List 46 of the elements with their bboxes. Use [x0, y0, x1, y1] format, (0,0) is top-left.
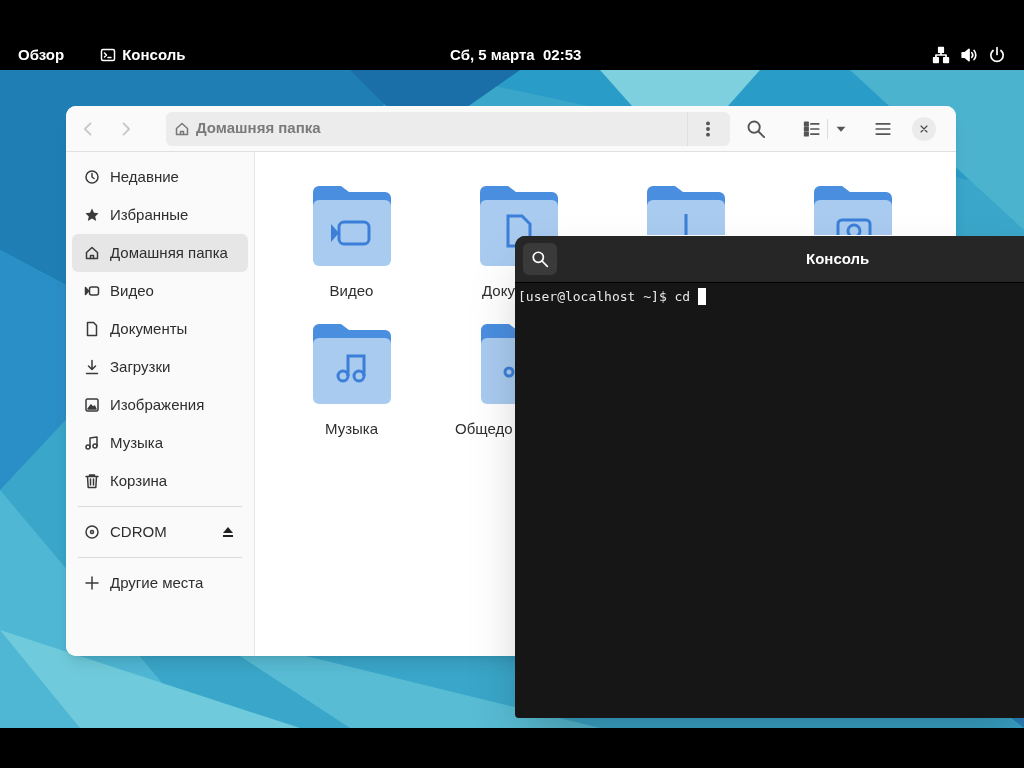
overview-button[interactable]: Обзор	[18, 43, 65, 67]
sidebar-item[interactable]: Недавние	[72, 158, 248, 196]
terminal-icon	[100, 47, 117, 63]
sidebar-item[interactable]: Другие места	[72, 564, 248, 602]
window-title: Консоль	[806, 248, 870, 269]
disc-icon	[84, 524, 100, 540]
sidebar-item[interactable]: Музыка	[72, 424, 248, 462]
clock-icon	[84, 169, 100, 185]
clock[interactable]: Сб, 5 марта 02:53	[450, 43, 582, 67]
download-folder-icon[interactable]	[646, 186, 725, 235]
power-icon[interactable]	[988, 46, 1006, 64]
folder-label[interactable]: Видео	[329, 280, 374, 303]
path-bar[interactable]: Домашняя папка	[166, 111, 730, 146]
network-icon[interactable]	[932, 46, 950, 64]
video-folder-icon[interactable]	[312, 186, 391, 266]
star-icon	[84, 207, 100, 223]
home-icon	[84, 245, 100, 261]
sidebar-item[interactable]: Документы	[72, 310, 248, 348]
document-icon	[84, 321, 100, 337]
search-icon	[531, 250, 549, 268]
folder-label[interactable]: Доку	[482, 280, 515, 303]
music-folder-icon[interactable]	[312, 324, 391, 404]
app-menu[interactable]: Консоль	[100, 43, 186, 67]
download-icon	[84, 359, 100, 375]
sidebar-item[interactable]: Загрузки	[72, 348, 248, 386]
camera-folder-icon[interactable]	[813, 186, 892, 235]
home-icon	[174, 120, 190, 137]
sidebar-item[interactable]: Домашняя папка	[72, 234, 248, 272]
image-icon	[84, 397, 100, 413]
folder-label[interactable]: Музыка	[324, 418, 379, 441]
folder-label[interactable]: Общедо	[455, 418, 513, 441]
trash-icon	[84, 473, 100, 489]
text-cursor	[698, 288, 707, 306]
terminal-prompt: [user@localhost ~]$ cd	[518, 288, 691, 306]
sidebar-item[interactable]: Изображения	[72, 386, 248, 424]
sidebar-item[interactable]: CDROM	[72, 513, 248, 551]
sidebar-item[interactable]: Корзина	[72, 462, 248, 500]
plus-icon	[84, 575, 100, 591]
sidebar-item[interactable]: Видео	[72, 272, 248, 310]
volume-icon[interactable]	[960, 46, 978, 64]
search-button[interactable]	[523, 243, 557, 275]
sidebar-item[interactable]: Избранные	[72, 196, 248, 234]
music-icon	[84, 435, 100, 451]
list-view-icon[interactable]	[803, 119, 821, 138]
video-camera-icon	[84, 283, 100, 299]
search-icon[interactable]	[746, 118, 766, 139]
